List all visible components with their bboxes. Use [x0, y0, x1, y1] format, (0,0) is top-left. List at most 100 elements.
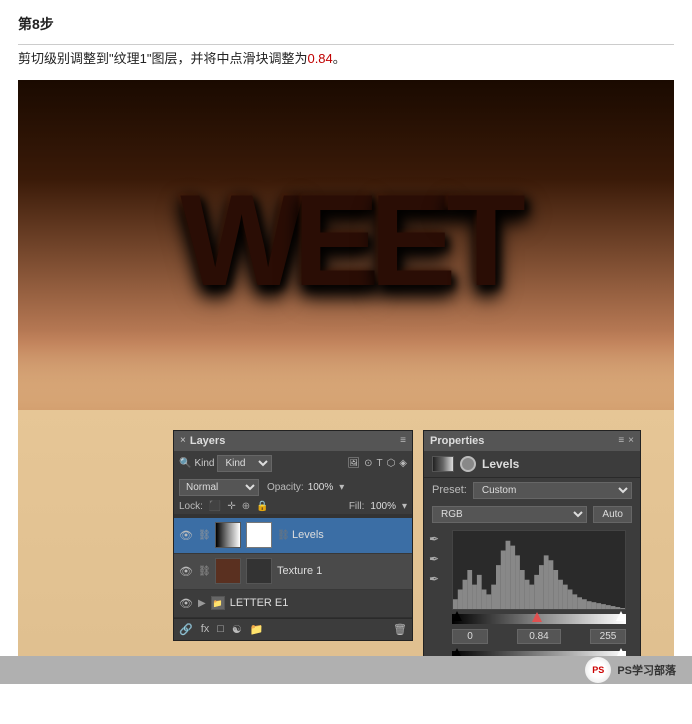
choc-bottom-gradient — [18, 330, 674, 410]
layer-texture-name: Texture 1 — [277, 565, 407, 577]
step-description: 剪切级别调整到"纹理1"图层，并将中点滑块调整为0.84。 — [18, 49, 674, 70]
layer-chain-icon: ⛓ — [277, 530, 287, 541]
kind-label: Kind — [194, 458, 214, 469]
step-title: 第8步 — [18, 14, 674, 34]
properties-header-row: Levels — [424, 451, 640, 478]
layers-search-row: 🔍 Kind Kind 🖼 ⊙ T ⬡ ◈ — [174, 451, 412, 476]
layer-group-visibility[interactable]: 👁 — [179, 596, 193, 610]
lock-label: Lock: — [179, 501, 203, 512]
layer-icon-img: 🖼 — [347, 458, 360, 469]
layer-texture-link: ⛓ — [198, 566, 210, 577]
layer-texture-row[interactable]: 👁 ⛓ Texture 1 — [174, 554, 412, 590]
link-icon[interactable]: 🔗 — [179, 623, 193, 636]
input-values-row — [444, 626, 634, 647]
choc-letter-W: W — [180, 165, 293, 315]
chocolate-background: W E E T — [18, 80, 674, 410]
fill-value: 100% — [370, 501, 396, 512]
black-input-handle[interactable] — [452, 611, 462, 621]
white-input-handle[interactable] — [616, 611, 626, 621]
layer-levels-name: Levels — [292, 529, 407, 541]
blend-mode-select[interactable]: Normal — [179, 479, 259, 496]
choc-letter-E2: E — [370, 165, 447, 315]
layers-title-text: Layers — [190, 435, 225, 447]
choc-letter-E: E — [293, 165, 370, 315]
layer-levels-mask — [246, 522, 272, 548]
desc-text-1: 剪切级别调整到"纹理1"图层，并将中点滑块调整为 — [18, 51, 307, 66]
watermark-label: PS学习部落 — [617, 662, 676, 678]
layers-footer: 🔗 fx □ ☯ 📁 🗑 — [174, 618, 412, 640]
layer-levels-visibility[interactable]: 👁 — [179, 528, 193, 542]
mask-icon[interactable]: □ — [217, 623, 224, 635]
delete-icon[interactable]: 🗑 — [393, 623, 407, 636]
layer-levels-row[interactable]: 👁 ⛓ ⛓ Levels — [174, 518, 412, 554]
layer-icon-T: T — [376, 458, 382, 469]
layer-levels-link: ⛓ — [198, 530, 210, 541]
layer-group-name: LETTER E1 — [230, 597, 407, 609]
divider — [18, 44, 674, 45]
search-icon: 🔍 — [179, 458, 191, 469]
properties-collapse-icon[interactable]: ≡ — [618, 435, 624, 446]
output-black-handle[interactable] — [452, 648, 462, 656]
lock-checkerboard-icon[interactable]: ⬛ — [209, 501, 221, 512]
mid-input-handle[interactable] — [532, 612, 542, 622]
eyedropper-sidebar: ✒ ✒ ✒ — [424, 526, 444, 656]
output-white-handle[interactable] — [616, 648, 626, 656]
opacity-dropdown-icon[interactable]: ▾ — [339, 482, 344, 493]
layer-icon-shape: ⬡ — [387, 458, 396, 469]
layers-close-icon[interactable]: × — [180, 435, 186, 446]
layer-texture-mask — [246, 558, 272, 584]
input-mid-field[interactable] — [517, 629, 561, 644]
opacity-value: 100% — [308, 482, 334, 493]
main-image-area: W E E T × Layers ≡ 🔍 Kind Kind 🖼 ⊙ — [18, 80, 674, 656]
black-eyedropper-icon[interactable]: ✒ — [429, 532, 439, 546]
desc-highlight: 0.84 — [307, 51, 332, 66]
layer-visibility-toggle[interactable] — [460, 456, 476, 472]
kind-dropdown[interactable]: Kind — [217, 455, 272, 472]
layer-icon-smart: ◈ — [399, 458, 407, 469]
layer-icon-adj: ⊙ — [364, 458, 372, 469]
auto-button[interactable]: Auto — [593, 506, 632, 523]
folder-icon[interactable]: 📁 — [250, 623, 264, 636]
layer-texture-thumb — [215, 558, 241, 584]
channel-select[interactable]: RGB — [432, 506, 587, 523]
adjustment-icon[interactable]: ☯ — [232, 623, 242, 636]
lock-icon[interactable]: 🔒 — [256, 501, 268, 512]
gray-eyedropper-icon[interactable]: ✒ — [429, 552, 439, 566]
layer-texture-visibility[interactable]: 👁 — [179, 564, 193, 578]
layer-group-row[interactable]: 👁 ▶ 📁 LETTER E1 — [174, 590, 412, 618]
channel-row: RGB Auto — [424, 503, 640, 526]
properties-close-icon[interactable]: × — [628, 435, 634, 446]
input-mid-field-wrapper — [492, 629, 586, 644]
properties-icons-right: ≡ × — [618, 435, 634, 446]
watermark: PS PS学习部落 — [585, 657, 676, 683]
preset-select[interactable]: Custom — [473, 482, 632, 499]
lock-row: Lock: ⬛ ✛ ⊕ 🔒 Fill: 100% ▾ — [174, 499, 412, 514]
layers-title-left: × Layers — [180, 435, 225, 447]
output-levels-area — [452, 651, 626, 656]
input-slider-area — [452, 614, 626, 624]
choc-letter-T: T — [446, 165, 515, 315]
header-section: 第8步 剪切级别调整到"纹理1"图层，并将中点滑块调整为0.84。 — [0, 0, 692, 80]
layers-menu-icon[interactable]: ≡ — [400, 435, 406, 446]
input-slider-track — [452, 614, 626, 624]
white-eyedropper-icon[interactable]: ✒ — [429, 572, 439, 586]
bottom-bar: PS PS学习部落 — [0, 656, 692, 684]
desc-text-2: 。 — [333, 51, 346, 66]
layers-titlebar: × Layers ≡ — [174, 431, 412, 451]
histogram-section: ✒ ✒ ✒ — [424, 526, 640, 656]
input-min-field[interactable] — [452, 629, 488, 644]
fx-icon[interactable]: fx — [201, 623, 210, 635]
output-slider-track — [452, 651, 626, 656]
input-max-field[interactable] — [590, 629, 626, 644]
histogram-icon — [432, 456, 454, 472]
histogram-svg — [453, 531, 625, 609]
layer-group-icon: 📁 — [211, 596, 225, 610]
preset-row: Preset: Custom — [424, 478, 640, 503]
watermark-logo: PS — [585, 657, 611, 683]
layer-group-arrow-icon[interactable]: ▶ — [198, 598, 206, 609]
lock-move-icon[interactable]: ✛ — [227, 501, 235, 512]
lock-artboard-icon[interactable]: ⊕ — [242, 501, 250, 512]
fill-dropdown-icon[interactable]: ▾ — [402, 501, 407, 512]
blend-mode-row: Normal Opacity: 100% ▾ — [174, 476, 412, 499]
properties-panel: Properties ≡ × Levels Preset: Custom RGB… — [423, 430, 641, 656]
